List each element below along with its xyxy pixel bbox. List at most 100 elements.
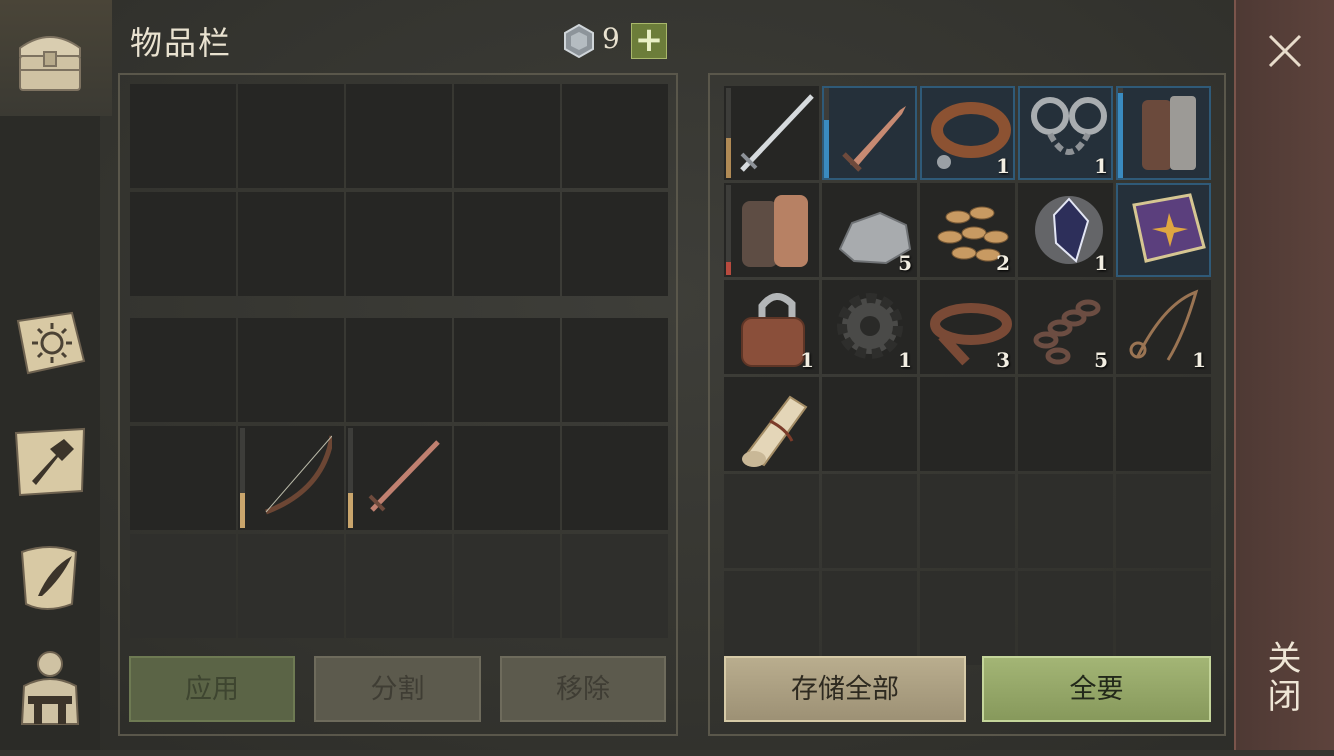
storage-slot[interactable] xyxy=(1116,474,1211,568)
character-backpack-icon xyxy=(20,651,80,725)
purple-book-icon xyxy=(1132,193,1206,263)
storage-slot[interactable] xyxy=(920,474,1015,568)
close-button[interactable]: 关闭 xyxy=(1261,640,1306,716)
storage-slot[interactable] xyxy=(822,377,917,471)
equipment-slot[interactable] xyxy=(238,426,344,530)
equipment-slot[interactable] xyxy=(346,426,452,530)
durability-bar xyxy=(824,88,829,178)
short-sword-icon xyxy=(368,440,440,512)
equipment-slot[interactable] xyxy=(562,318,668,422)
storage-slot[interactable] xyxy=(1018,571,1113,665)
storage-slot[interactable] xyxy=(920,571,1015,665)
item-count: 1 xyxy=(1192,348,1206,372)
storage-slot[interactable] xyxy=(920,377,1015,471)
storage-slot[interactable] xyxy=(1018,474,1113,568)
durability-bar xyxy=(726,88,731,178)
item-count: 5 xyxy=(898,251,912,275)
storage-slot[interactable] xyxy=(822,571,917,665)
storage-slot[interactable]: 1 xyxy=(822,280,917,374)
add-currency-button[interactable]: + xyxy=(631,23,667,59)
storage-slot[interactable]: 1 xyxy=(1018,183,1113,277)
equipment-slot[interactable] xyxy=(454,426,560,530)
equipment-slot[interactable] xyxy=(130,534,236,638)
storage-slot[interactable] xyxy=(822,86,917,180)
equipment-slot[interactable] xyxy=(454,534,560,638)
bronze-dagger-icon xyxy=(842,106,906,172)
apply-button[interactable]: 应用 xyxy=(129,656,295,722)
store-all-button[interactable]: 存储全部 xyxy=(724,656,966,722)
storage-slot[interactable] xyxy=(1116,571,1211,665)
storage-slot[interactable]: 1 xyxy=(920,86,1015,180)
equipment-slot[interactable] xyxy=(562,534,668,638)
storage-slot[interactable] xyxy=(724,377,819,471)
currency-count: 9 xyxy=(602,22,620,55)
storage-slot[interactable] xyxy=(724,474,819,568)
equipment-slot[interactable] xyxy=(346,318,452,422)
storage-slot[interactable] xyxy=(1018,377,1113,471)
item-count: 1 xyxy=(1094,251,1108,275)
storage-slot[interactable] xyxy=(724,86,819,180)
inventory-slot[interactable] xyxy=(454,192,560,296)
storage-slot[interactable]: 2 xyxy=(920,183,1015,277)
tab-journal[interactable] xyxy=(0,530,100,646)
item-count: 5 xyxy=(1094,348,1108,372)
silver-coin-icon xyxy=(564,24,594,58)
inventory-slot[interactable] xyxy=(562,192,668,296)
long-sword-icon xyxy=(740,94,814,172)
leather-armor-icon xyxy=(1142,96,1196,170)
equipment-slot[interactable] xyxy=(238,318,344,422)
tab-inventory[interactable] xyxy=(0,0,112,116)
storage-slot[interactable] xyxy=(1116,183,1211,277)
item-count: 2 xyxy=(996,251,1010,275)
durability-bar xyxy=(240,428,245,528)
storage-slot[interactable] xyxy=(822,474,917,568)
bow-icon xyxy=(265,435,332,515)
remove-button[interactable]: 移除 xyxy=(500,656,666,722)
storage-slot[interactable]: 5 xyxy=(1018,280,1113,374)
storage-slot[interactable]: 5 xyxy=(822,183,917,277)
tab-crafting[interactable] xyxy=(0,415,100,531)
chainmail-gloves-icon xyxy=(742,195,808,267)
equipment-slot[interactable] xyxy=(346,534,452,638)
take-all-button[interactable]: 全要 xyxy=(982,656,1211,722)
scroll-icon xyxy=(742,395,808,467)
item-count: 1 xyxy=(996,154,1010,178)
storage-slot[interactable] xyxy=(724,183,819,277)
page-title: 物品栏 xyxy=(130,24,233,62)
equipment-slot[interactable] xyxy=(454,318,560,422)
storage-slot[interactable]: 1 xyxy=(1116,280,1211,374)
durability-bar xyxy=(348,428,353,528)
storage-slot[interactable] xyxy=(1116,377,1211,471)
inventory-slot[interactable] xyxy=(346,84,452,188)
inventory-slot[interactable] xyxy=(130,84,236,188)
hammer-map-icon xyxy=(14,427,86,497)
item-count: 3 xyxy=(996,348,1010,372)
inventory-slot[interactable] xyxy=(454,84,560,188)
storage-slot[interactable]: 1 xyxy=(1018,86,1113,180)
equipment-slot[interactable] xyxy=(130,318,236,422)
storage-slot[interactable]: 3 xyxy=(920,280,1015,374)
equipment-slot[interactable] xyxy=(130,426,236,530)
inventory-slot[interactable] xyxy=(238,192,344,296)
sun-book-icon xyxy=(16,311,86,375)
inventory-slot[interactable] xyxy=(130,192,236,296)
storage-slot[interactable]: 1 xyxy=(724,280,819,374)
item-count: 1 xyxy=(800,348,814,372)
chest-icon xyxy=(19,36,81,91)
close-icon[interactable] xyxy=(1264,30,1306,72)
inventory-slot[interactable] xyxy=(346,192,452,296)
inventory-slot[interactable] xyxy=(562,84,668,188)
equipment-slot[interactable] xyxy=(238,534,344,638)
storage-slot[interactable] xyxy=(1116,86,1211,180)
tab-skills[interactable] xyxy=(0,295,100,411)
durability-bar xyxy=(726,185,731,275)
tab-character[interactable] xyxy=(0,640,100,756)
equipment-slot[interactable] xyxy=(562,426,668,530)
storage-slot[interactable] xyxy=(724,571,819,665)
split-button[interactable]: 分割 xyxy=(314,656,481,722)
item-count: 1 xyxy=(1094,154,1108,178)
inventory-slot[interactable] xyxy=(238,84,344,188)
close-panel[interactable] xyxy=(1234,0,1334,750)
item-count: 1 xyxy=(898,348,912,372)
durability-bar xyxy=(1118,88,1123,178)
